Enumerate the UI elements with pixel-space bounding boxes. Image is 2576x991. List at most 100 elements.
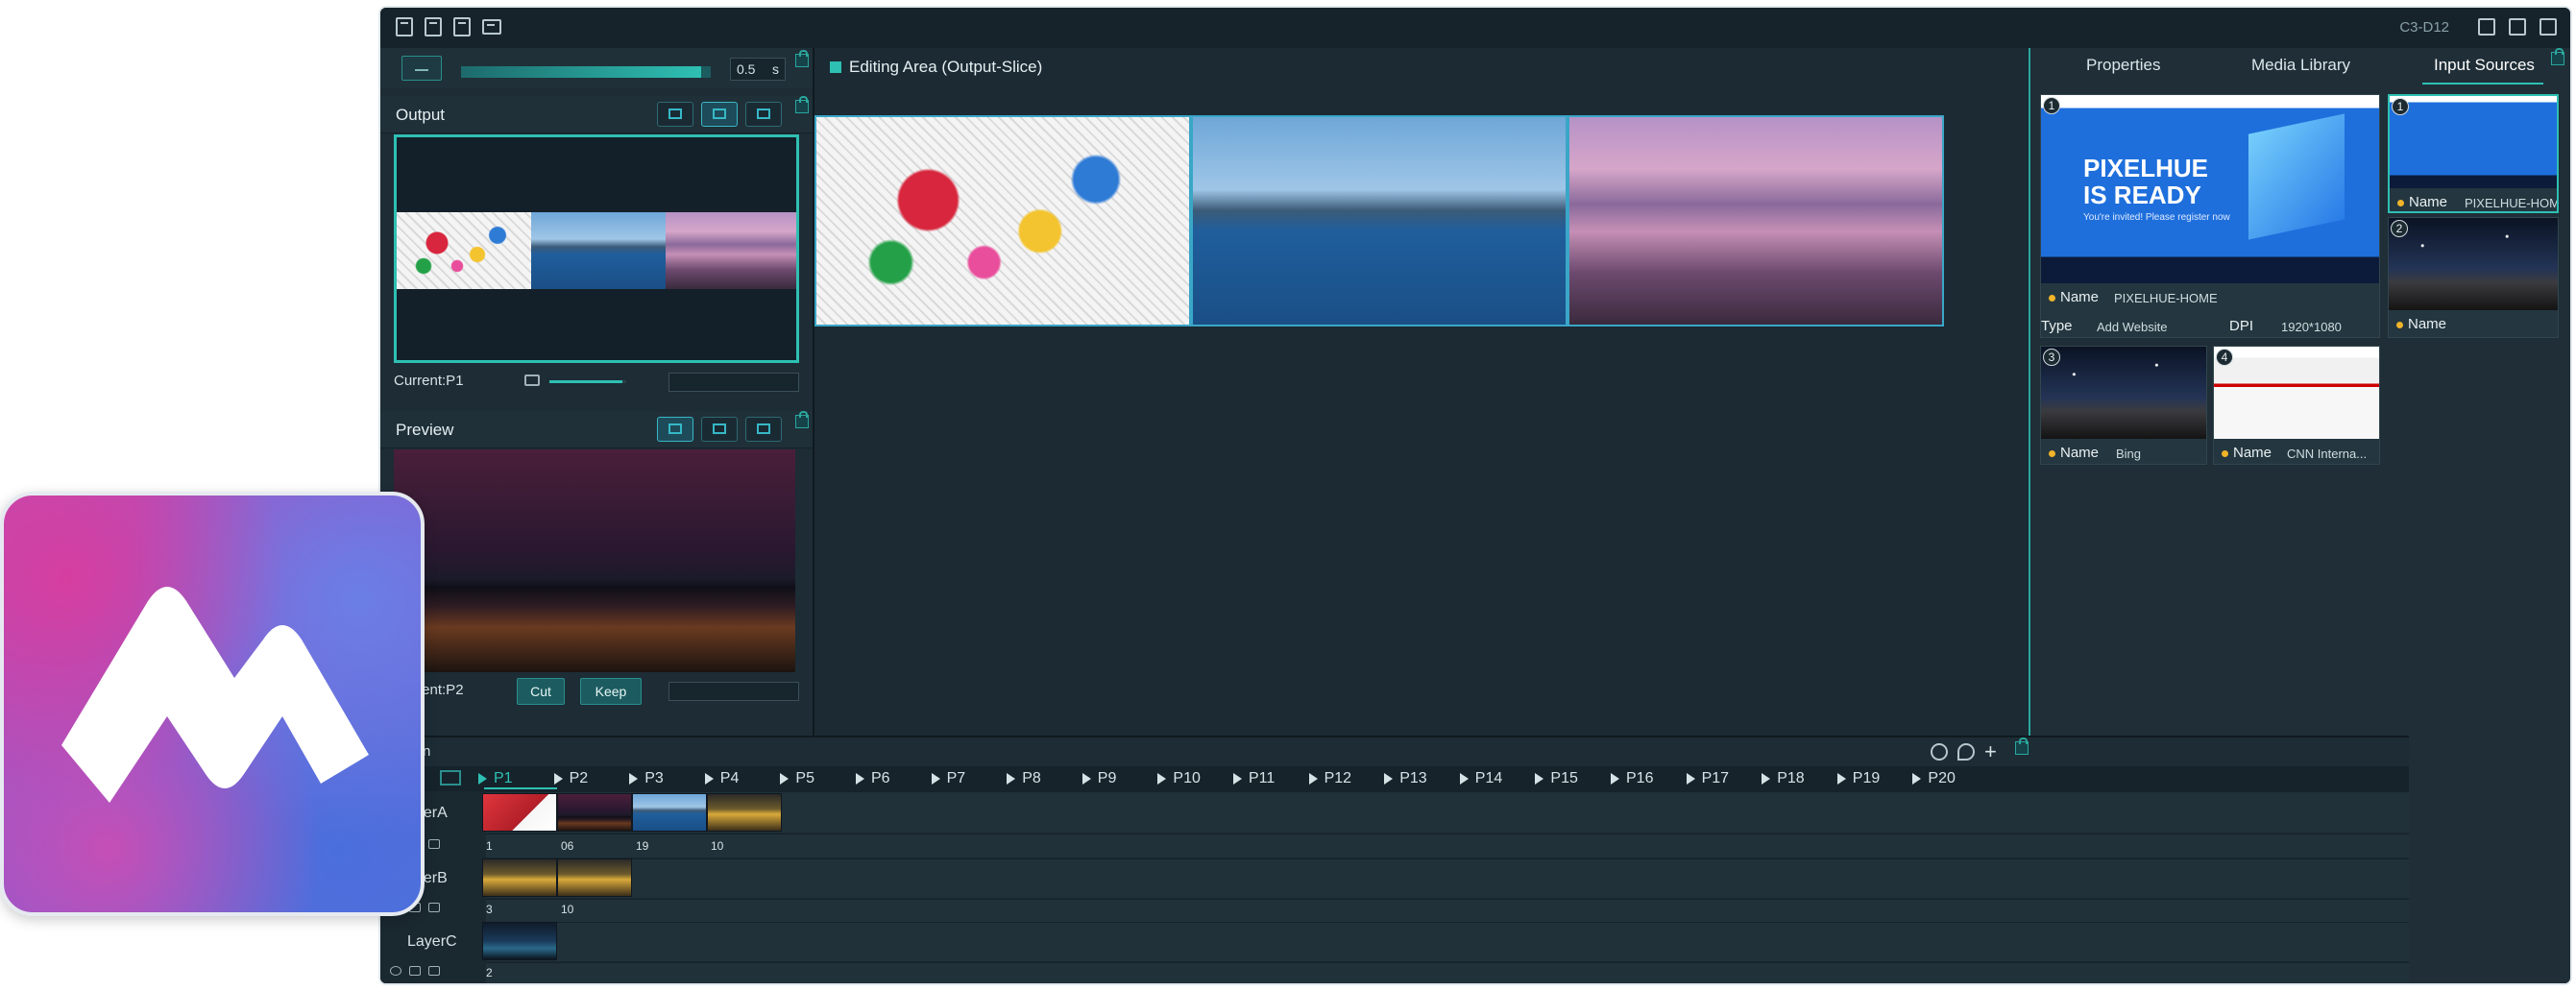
page-tab-p4[interactable]: P4: [705, 770, 739, 787]
clip[interactable]: [482, 858, 557, 897]
lock-icon[interactable]: [2015, 737, 2029, 755]
overlap-mode-button[interactable]: [745, 102, 782, 127]
lock-icon[interactable]: [428, 903, 440, 912]
layer-row-c: LayerC 2: [380, 922, 2409, 983]
duration-value: 0.5: [737, 61, 756, 77]
preview-info-field: [668, 682, 799, 701]
lock-icon[interactable]: [2551, 48, 2564, 65]
cut-button[interactable]: Cut: [517, 678, 565, 705]
source-thumbnail: [2041, 347, 2206, 439]
page-tab-p6[interactable]: P6: [856, 770, 890, 787]
device-label: C3-D12: [2399, 19, 2449, 36]
location-icon[interactable]: [1957, 743, 1975, 761]
page-tab-p15[interactable]: P15: [1535, 770, 1578, 787]
page-tab-p20[interactable]: P20: [1912, 770, 1956, 787]
app-logo-icon: [0, 492, 425, 916]
source-name: CNN Interna...: [2287, 447, 2368, 461]
source-dpi: 1920*1080: [2281, 320, 2342, 334]
page-tab-p8[interactable]: P8: [1007, 770, 1041, 787]
page-tab-p19[interactable]: P19: [1836, 770, 1880, 787]
page-bar: P1 P2 P3 P4 P5 P6 P7 P8 P9 P10 P11 P12 P13 P14 P15 P16 P…: [380, 766, 2409, 791]
monitor-mode-button[interactable]: [657, 102, 693, 127]
monitor-mode-button[interactable]: [657, 417, 693, 442]
preview-screen[interactable]: [394, 449, 795, 672]
output-screen[interactable]: [394, 134, 799, 363]
page-tab-p17[interactable]: P17: [1686, 770, 1729, 787]
clip[interactable]: [632, 793, 707, 832]
tab-media-library[interactable]: Media Library: [2251, 56, 2350, 75]
keep-button[interactable]: Keep: [580, 678, 642, 705]
clip-number: 10: [561, 903, 574, 916]
page-tab-p11[interactable]: P11: [1232, 770, 1275, 787]
page-tab-p5[interactable]: P5: [780, 770, 814, 787]
split-mode-button[interactable]: [701, 417, 738, 442]
add-icon[interactable]: +: [1984, 741, 1997, 762]
clip[interactable]: [557, 858, 632, 897]
page-tab-p10[interactable]: P10: [1157, 770, 1201, 787]
page-tab-p13[interactable]: P13: [1383, 770, 1427, 787]
page-tab-p18[interactable]: P18: [1761, 770, 1805, 787]
source-number: 3: [2043, 349, 2060, 366]
page-tab-p3[interactable]: P3: [629, 770, 664, 787]
duration-input[interactable]: 0.5 s: [730, 58, 786, 81]
layer-track[interactable]: [486, 922, 2409, 961]
speaker-icon[interactable]: [409, 966, 421, 976]
save-as-icon[interactable]: [453, 17, 471, 36]
lock-icon[interactable]: [428, 966, 440, 976]
source-card[interactable]: PIXELHUE IS READY You're invited! Please…: [2040, 94, 2380, 338]
layer-track[interactable]: [486, 858, 2409, 898]
clip[interactable]: [557, 793, 632, 832]
new-file-icon[interactable]: [396, 17, 413, 36]
overlap-mode-button[interactable]: [745, 417, 782, 442]
fit-icon[interactable]: [440, 770, 461, 786]
cube-graphic: [2248, 113, 2345, 240]
banner-subtitle: You're invited! Please register now: [2083, 212, 2230, 223]
clip[interactable]: [482, 793, 557, 832]
lock-icon[interactable]: [795, 96, 809, 113]
editing-slice-3[interactable]: [1567, 115, 1944, 326]
lock-icon[interactable]: [2478, 18, 2495, 36]
layer-row-b: ayerB 3 10: [380, 858, 2409, 923]
lock-icon[interactable]: [428, 839, 440, 849]
take-button[interactable]: [401, 56, 442, 81]
page-tab-p1[interactable]: P1: [478, 770, 513, 787]
settings-icon[interactable]: [2540, 18, 2557, 36]
editing-slice-2[interactable]: [1191, 115, 1567, 326]
output-title: Output: [396, 106, 446, 124]
name-label: Name: [2060, 289, 2100, 305]
lock-icon[interactable]: [795, 411, 809, 428]
clip[interactable]: [707, 793, 782, 832]
page-tab-p12[interactable]: P12: [1308, 770, 1351, 787]
source-card[interactable]: 4 Name CNN Interna...: [2213, 346, 2380, 465]
name-label: Name: [2409, 194, 2448, 210]
clip-number: 2: [486, 966, 493, 979]
type-label: Type: [2041, 318, 2073, 334]
eye-icon[interactable]: [390, 966, 401, 976]
source-number: 4: [2216, 349, 2233, 366]
save-icon[interactable]: [425, 17, 442, 36]
preview-header: Preview: [380, 411, 813, 448]
page-tab-p14[interactable]: P14: [1459, 770, 1502, 787]
volume-icon[interactable]: [524, 375, 540, 386]
layout-icon[interactable]: [2509, 18, 2526, 36]
output-info-field: [668, 373, 799, 392]
tab-input-sources[interactable]: Input Sources: [2434, 56, 2535, 75]
volume-fill: [549, 380, 622, 383]
tab-properties[interactable]: Properties: [2086, 56, 2160, 75]
clip[interactable]: [482, 922, 557, 960]
lock-icon[interactable]: [795, 50, 809, 67]
briefcase-icon[interactable]: [482, 19, 501, 35]
layer-name: LayerC: [407, 933, 457, 950]
timeline: n + P1 P2 P3 P4 P5 P6 P7 P8 P9 P10 P11 P12 P13 P14 P15…: [380, 736, 2409, 983]
editing-slice-1[interactable]: [814, 115, 1191, 326]
page-tab-p16[interactable]: P16: [1610, 770, 1653, 787]
source-card[interactable]: 1 Name PIXELHUE-HOME: [2388, 94, 2559, 213]
source-card[interactable]: 3 Name Bing: [2040, 346, 2207, 465]
page-tab-p9[interactable]: P9: [1082, 770, 1116, 787]
page-tab-p2[interactable]: P2: [553, 770, 588, 787]
page-tab-p7[interactable]: P7: [931, 770, 965, 787]
source-thumbnail: PIXELHUE IS READY You're invited! Please…: [2041, 95, 2379, 283]
split-mode-button[interactable]: [701, 102, 738, 127]
source-card[interactable]: 2 Name: [2388, 217, 2559, 338]
target-icon[interactable]: [1931, 743, 1948, 761]
